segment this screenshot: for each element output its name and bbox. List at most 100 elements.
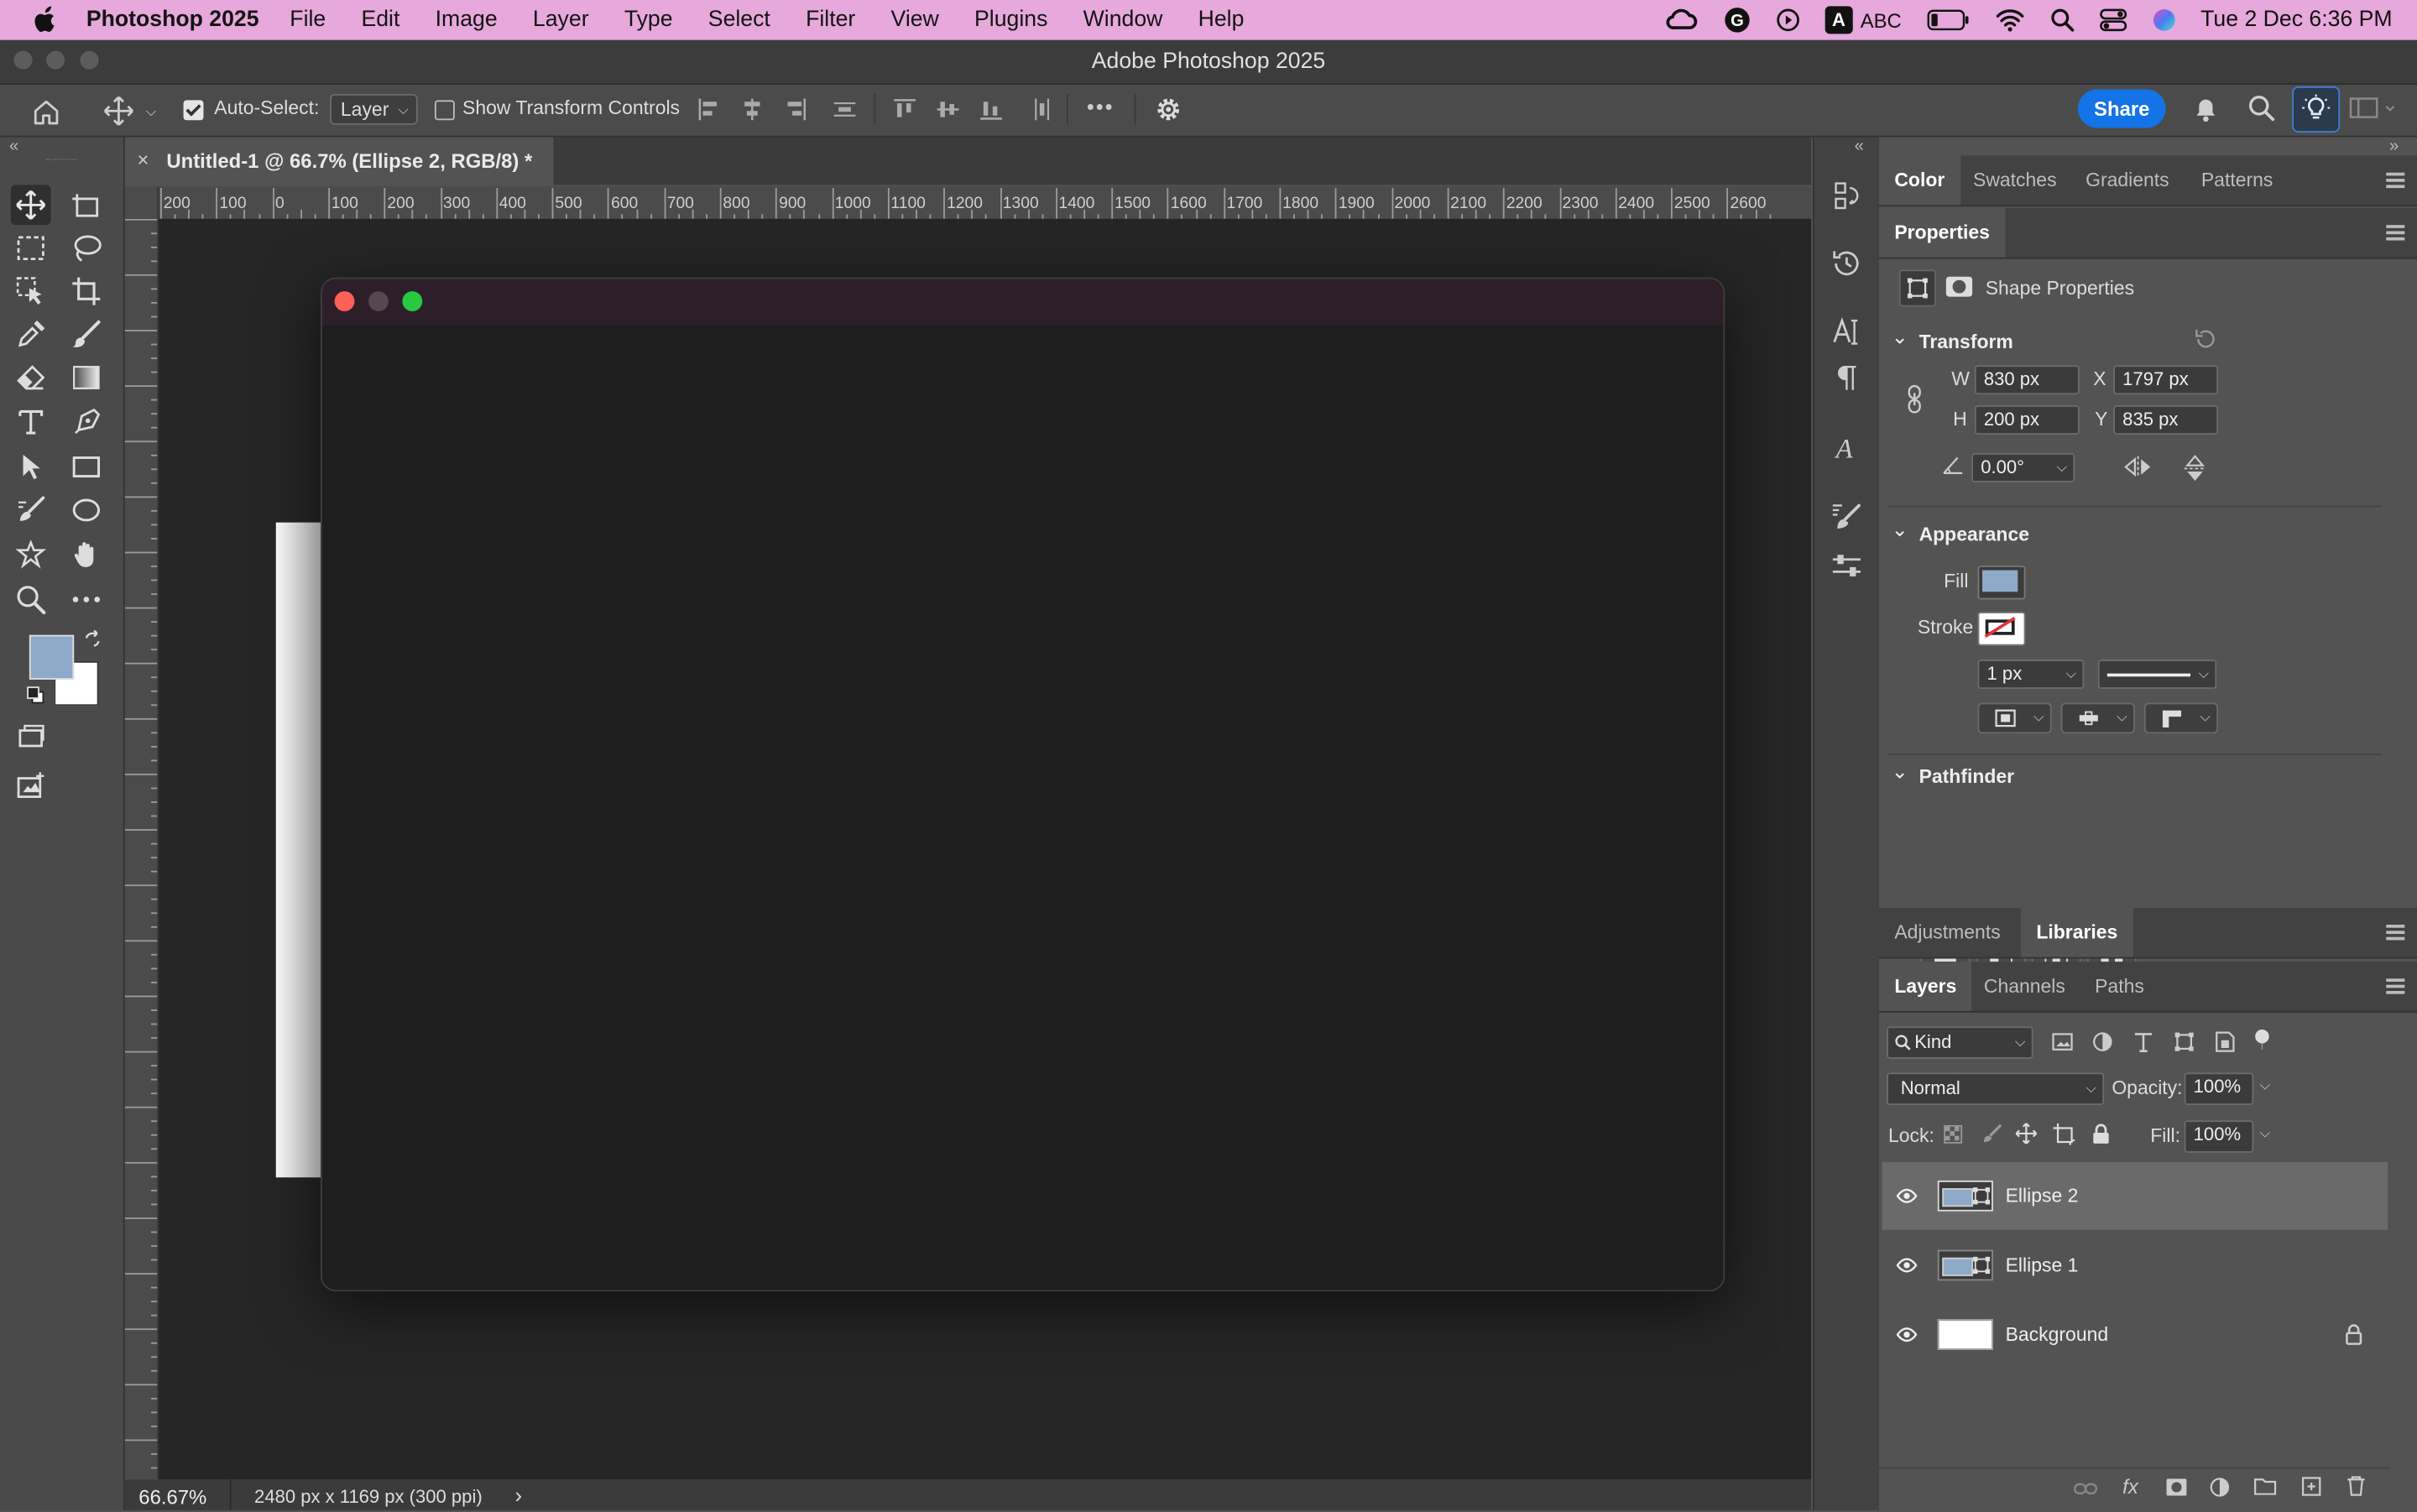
tab-layers[interactable]: Layers — [1878, 962, 1972, 1011]
opacity-chevron-icon[interactable]: ⌵ — [2260, 1077, 2271, 1094]
collapse-toolbar-icon[interactable]: « — [9, 137, 18, 155]
color-panel-menu[interactable] — [2386, 172, 2405, 188]
lock-position-icon[interactable] — [2015, 1122, 2039, 1145]
filter-type-icon[interactable] — [2133, 1031, 2153, 1053]
align-bottom-icon[interactable] — [979, 97, 1003, 122]
align-horizontal-center-icon[interactable] — [740, 97, 765, 122]
zoom-tool[interactable] — [11, 580, 51, 620]
x-position-field[interactable]: 1797 px — [2113, 365, 2219, 395]
tab-channels[interactable]: Channels — [1969, 962, 2081, 1011]
link-dimensions-icon[interactable] — [1905, 383, 1924, 414]
generative-fill-button[interactable] — [11, 766, 51, 806]
menu-view[interactable]: View — [891, 8, 939, 32]
menu-layer[interactable]: Layer — [533, 8, 589, 32]
brush-tool[interactable] — [66, 315, 107, 355]
collapse-dock-icon[interactable]: « — [1855, 137, 1864, 155]
stroke-corners-dropdown[interactable]: ⌵ — [2143, 702, 2219, 734]
add-mask-icon[interactable] — [2166, 1478, 2188, 1496]
layer-thumbnail[interactable] — [1937, 1249, 1993, 1281]
path-selection-tool[interactable] — [11, 447, 51, 487]
layer-filter-dropdown[interactable]: Kind ⌵ — [1887, 1026, 2033, 1059]
spotlight-search-icon[interactable] — [2049, 8, 2074, 32]
crop-tool[interactable] — [66, 271, 107, 311]
dock-character-button[interactable] — [1828, 313, 1865, 350]
zoom-level[interactable]: 66.67% — [138, 1486, 206, 1509]
dock-actions-button[interactable] — [1828, 177, 1865, 214]
document-page[interactable] — [275, 522, 321, 1178]
battery-icon[interactable] — [1926, 9, 1969, 31]
eraser-tool[interactable] — [11, 357, 51, 398]
menu-select[interactable]: Select — [708, 8, 770, 32]
distribute-vertical-icon[interactable] — [833, 97, 857, 122]
menu-app-name[interactable]: Photoshop 2025 — [86, 8, 259, 32]
brush-variant-tool[interactable] — [11, 490, 51, 530]
creative-cloud-icon[interactable] — [1664, 8, 1698, 32]
ellipse-tool[interactable] — [66, 490, 107, 530]
mask-icon[interactable] — [1945, 276, 1973, 298]
visibility-eye-icon[interactable] — [1896, 1185, 1918, 1207]
home-button[interactable] — [28, 94, 65, 128]
lock-all-icon[interactable] — [2091, 1124, 2110, 1145]
puppet-warp-tool[interactable] — [11, 534, 51, 575]
flip-vertical-icon[interactable] — [2184, 454, 2206, 482]
layer-style-fx-icon[interactable]: fx — [2122, 1475, 2138, 1499]
gear-icon[interactable] — [1155, 96, 1182, 123]
visibility-eye-icon[interactable] — [1896, 1324, 1918, 1346]
link-layers-icon[interactable] — [2073, 1481, 2098, 1496]
show-transform-controls-checkbox[interactable] — [434, 100, 455, 121]
transform-section-header[interactable]: Transform — [1892, 330, 2013, 354]
tab-adjustments[interactable]: Adjustments — [1879, 908, 2016, 957]
properties-panel-menu[interactable] — [2386, 225, 2405, 240]
overlay-close-button[interactable] — [334, 291, 355, 312]
pen-tool[interactable] — [66, 402, 107, 442]
type-tool[interactable] — [11, 402, 51, 442]
dock-history-button[interactable] — [1828, 245, 1865, 282]
tab-swatches[interactable]: Swatches — [1958, 156, 2072, 206]
input-source[interactable]: A ABC — [1824, 6, 1902, 34]
edit-toolbar-button[interactable] — [66, 580, 107, 620]
align-left-icon[interactable] — [697, 97, 721, 122]
toolbar-grip[interactable] — [46, 159, 77, 164]
distribute-horizontal-icon[interactable] — [1030, 97, 1054, 122]
layer-name[interactable]: Background — [2006, 1324, 2109, 1346]
menu-clock[interactable]: Tue 2 Dec 6:36 PM — [2200, 8, 2392, 32]
stroke-caps-dropdown[interactable]: ⌵ — [2060, 702, 2135, 734]
libraries-panel-menu[interactable] — [2386, 925, 2405, 940]
stroke-width-field[interactable]: 1 px ⌵ — [1977, 660, 2085, 690]
ruler-origin[interactable] — [124, 186, 159, 221]
workspace-icon[interactable] — [2349, 96, 2395, 120]
dock-paragraph-button[interactable] — [1828, 359, 1865, 396]
menu-type[interactable]: Type — [624, 8, 673, 32]
move-tool-preset-picker[interactable]: ⌵ — [96, 94, 164, 128]
new-group-folder-icon[interactable] — [2253, 1477, 2277, 1495]
menu-window[interactable]: Window — [1083, 8, 1163, 32]
lock-icon[interactable] — [2345, 1324, 2363, 1346]
default-colors-icon[interactable] — [26, 686, 44, 704]
canvas-scroll-gutter[interactable] — [1783, 218, 1812, 1480]
auto-select-checkbox[interactable] — [183, 100, 204, 121]
dock-adjust-button[interactable] — [1828, 547, 1865, 584]
fill-swatch[interactable] — [1977, 566, 2026, 600]
close-document-icon[interactable]: × — [137, 148, 149, 171]
delete-layer-icon[interactable] — [2347, 1475, 2367, 1497]
window-zoom-button[interactable] — [80, 50, 99, 70]
layer-row-ellipse-2[interactable]: Ellipse 2 — [1882, 1161, 2388, 1230]
layer-thumbnail[interactable] — [1937, 1319, 1993, 1350]
filter-pixel-icon[interactable] — [2052, 1033, 2074, 1051]
menu-plugins[interactable]: Plugins — [974, 8, 1047, 32]
menu-edit[interactable]: Edit — [361, 8, 399, 32]
stroke-type-dropdown[interactable]: ⌵ — [2097, 660, 2217, 690]
y-position-field[interactable]: 835 px — [2113, 405, 2219, 435]
apple-logo-icon[interactable] — [31, 6, 59, 34]
layer-row-ellipse-1[interactable]: Ellipse 1 — [1882, 1232, 2388, 1300]
lasso-tool[interactable] — [66, 228, 107, 269]
layer-thumbnail[interactable] — [1937, 1180, 1993, 1212]
quick-mask-button[interactable] — [11, 717, 51, 757]
rectangle-tool[interactable] — [66, 447, 107, 487]
vertical-ruler[interactable] — [124, 218, 159, 1480]
fill-opacity-field[interactable]: 100% — [2184, 1120, 2254, 1153]
grammarly-icon[interactable]: G — [1723, 6, 1751, 34]
menu-image[interactable]: Image — [436, 8, 498, 32]
align-vertical-center-icon[interactable] — [936, 97, 960, 122]
wifi-icon[interactable] — [1994, 8, 2025, 32]
